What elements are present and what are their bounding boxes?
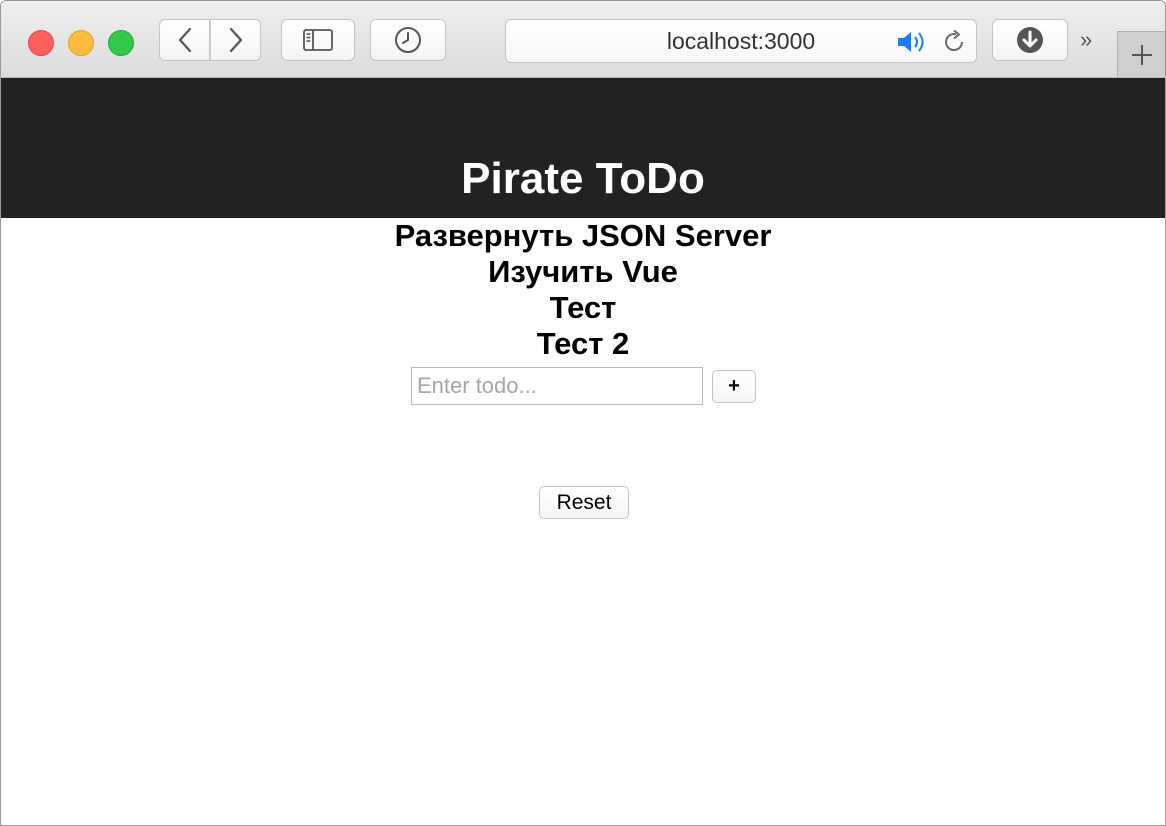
more-icon[interactable]: »: [1080, 27, 1092, 53]
new-tab-button[interactable]: [1117, 31, 1165, 77]
zoom-window-button[interactable]: [108, 30, 134, 56]
add-todo-button[interactable]: +: [712, 370, 756, 403]
browser-window: localhost:3000 » Pirate ToDo Развернуть …: [0, 0, 1166, 826]
todo-item[interactable]: Развернуть JSON Server: [1, 218, 1165, 254]
new-tab-icon: [1131, 44, 1152, 65]
address-bar[interactable]: localhost:3000: [505, 19, 977, 63]
close-window-button[interactable]: [28, 30, 54, 56]
sidebar-icon: [303, 29, 333, 51]
download-icon: [1017, 27, 1043, 53]
back-button[interactable]: [159, 19, 210, 61]
browser-toolbar: localhost:3000 »: [1, 1, 1165, 78]
back-icon: [178, 27, 191, 53]
todo-item[interactable]: Тест: [1, 290, 1165, 326]
page-header: Pirate ToDo: [1, 78, 1165, 218]
minimize-window-button[interactable]: [68, 30, 94, 56]
todo-input[interactable]: [411, 367, 703, 405]
reload-icon[interactable]: [941, 29, 967, 55]
history-button[interactable]: [370, 19, 446, 61]
history-icon: [395, 27, 421, 53]
page-title: Pirate ToDo: [461, 154, 705, 203]
todo-item[interactable]: Изучить Vue: [1, 254, 1165, 290]
reset-button[interactable]: Reset: [539, 486, 629, 519]
speaker-icon[interactable]: [896, 30, 930, 54]
add-todo-form: +: [411, 367, 771, 407]
todo-item[interactable]: Тест 2: [1, 326, 1165, 362]
forward-button[interactable]: [210, 19, 261, 61]
downloads-button[interactable]: [992, 19, 1068, 61]
sidebar-button[interactable]: [281, 19, 355, 61]
todo-list: Развернуть JSON Server Изучить Vue Тест …: [1, 218, 1165, 362]
forward-icon: [229, 27, 242, 53]
